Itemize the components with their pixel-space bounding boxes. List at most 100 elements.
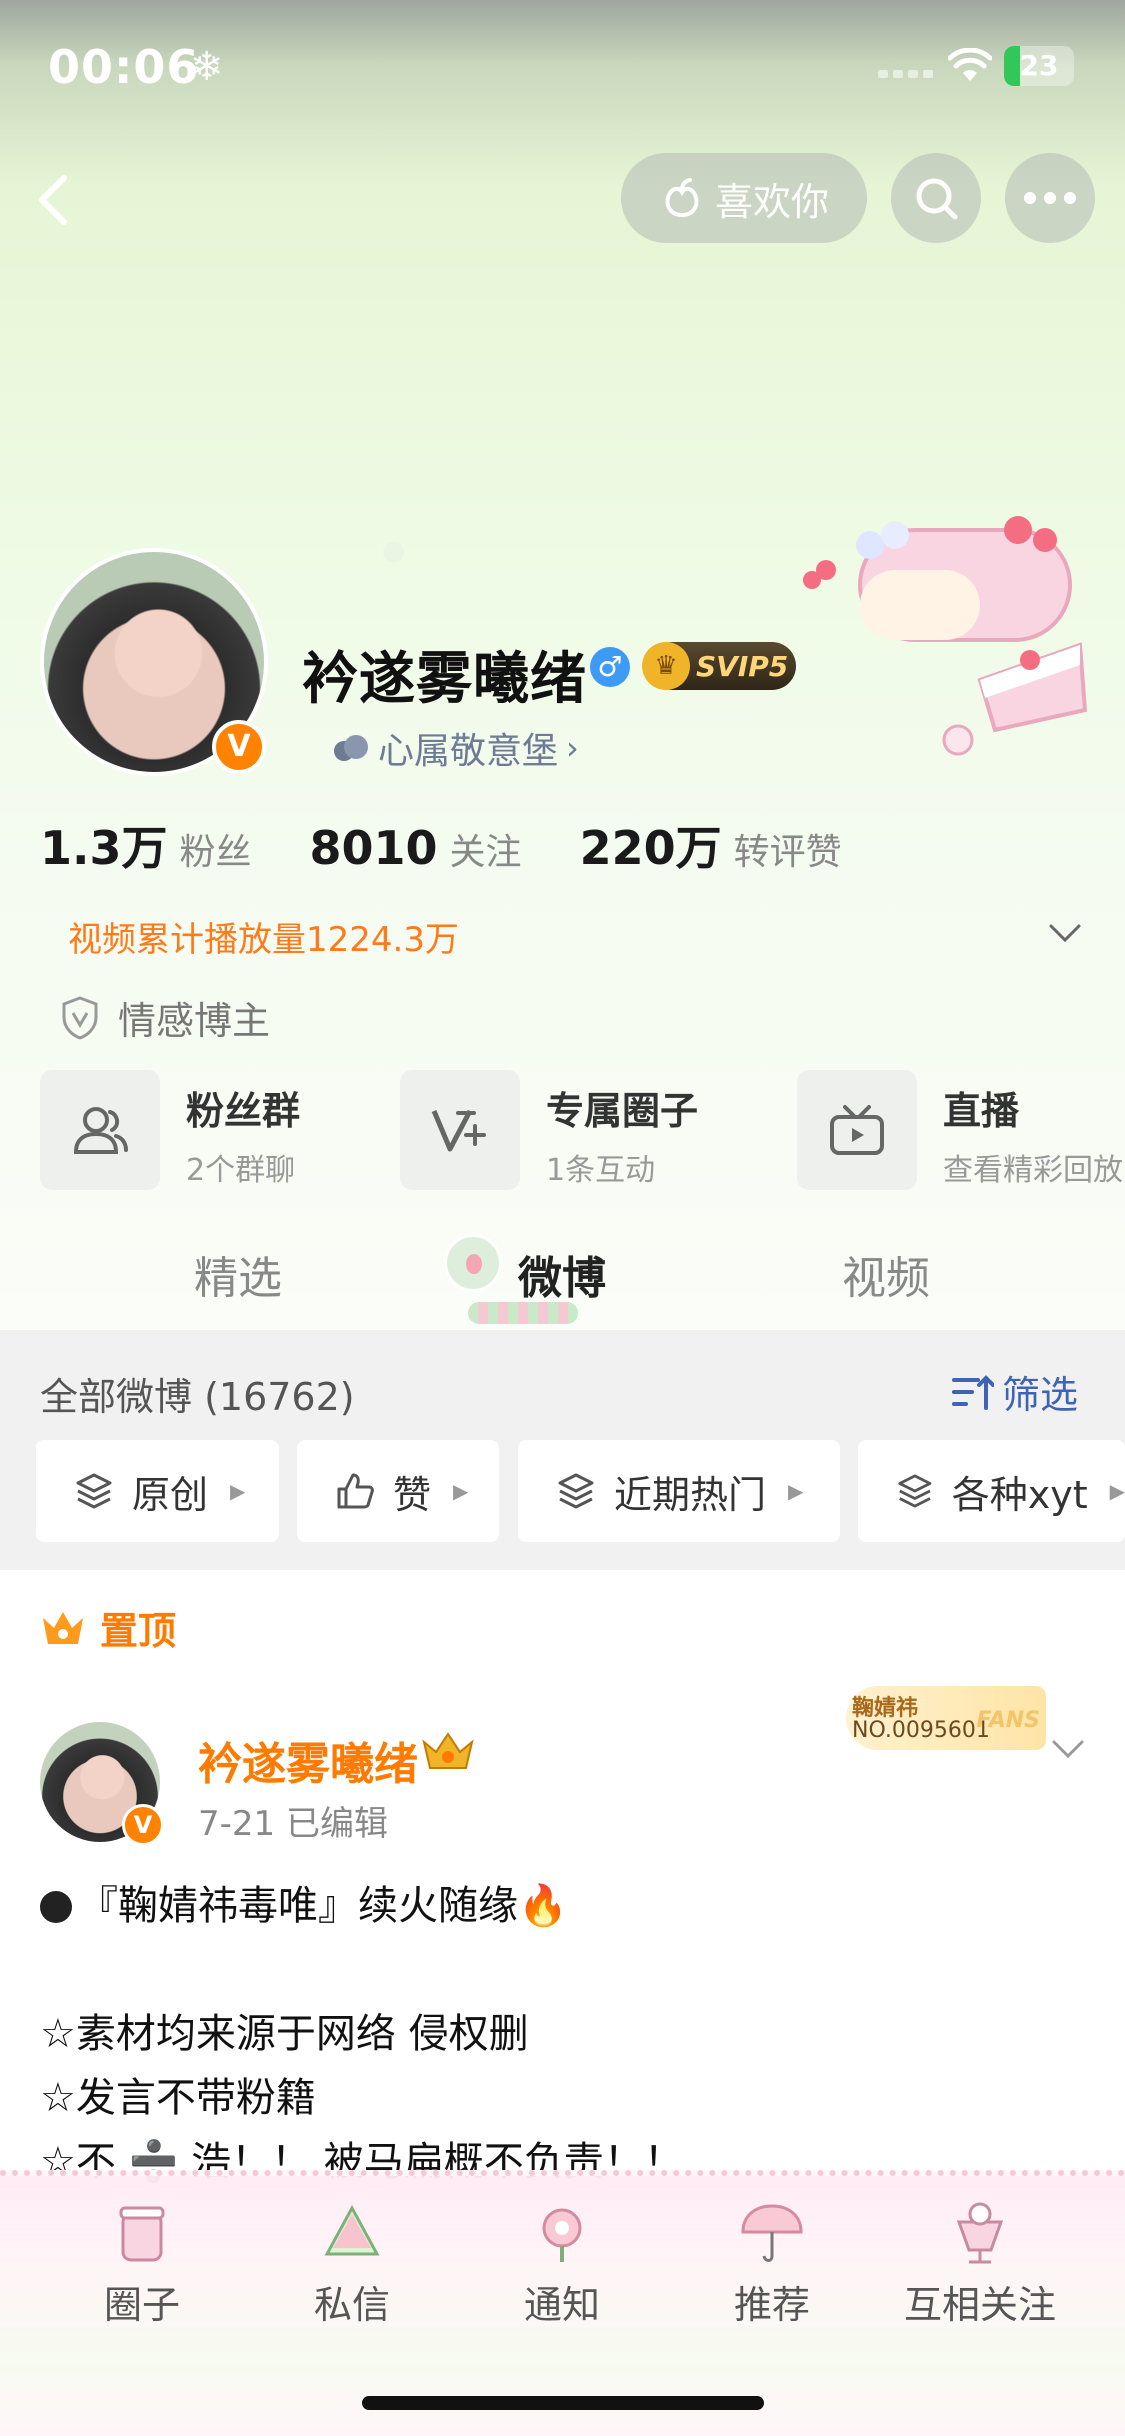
status-bar: 00:06 ❄ 23 [0, 0, 1125, 130]
triangle-right-icon: ▶ [230, 1479, 246, 1503]
tab-weibo[interactable]: 微博 [518, 1242, 606, 1306]
all-weibo-count: 全部微博 (16762) [40, 1375, 355, 1419]
cloud-icon [334, 735, 368, 761]
interactions-count: 220万 [579, 821, 722, 875]
chip-various-xyt-label: 各种xyt [951, 1472, 1088, 1517]
umbrella-icon [741, 2204, 803, 2262]
status-time: 00:06 [48, 40, 200, 94]
live-entry[interactable]: 直播 查看精彩回放 [797, 1070, 1123, 1192]
post-text: 『鞠婧祎毒唯』续火随缘🔥 ☆素材均来源于网络 侵权删 ☆发言不带粉籍 ☆不 ➗ … [40, 1874, 684, 2194]
nav-messages[interactable]: 私信 [252, 2198, 452, 2329]
identity-tag-label: 情感博主 [118, 999, 271, 1043]
chip-likes[interactable]: 赞 ▶ [297, 1440, 499, 1542]
live-subtitle: 查看精彩回放 [943, 1153, 1123, 1188]
following-count[interactable]: 8010 [310, 821, 438, 875]
active-tab-indicator [468, 1302, 578, 1324]
post-meta: 7-21 已编辑 [198, 1804, 388, 1844]
parfait-icon [956, 2202, 1004, 2264]
more-button[interactable] [1005, 153, 1095, 243]
pinned-header: 置顶 [40, 1600, 176, 1655]
post-line: ☆发言不带粉籍 [40, 2075, 316, 2121]
chevron-right-icon: › [566, 729, 579, 767]
svip-badge[interactable]: ♛ SVIP5 [642, 642, 796, 690]
post-menu-chevron-icon[interactable] [1048, 1734, 1088, 1764]
filter-icon [952, 1374, 994, 1410]
crown-icon: ♛ [642, 642, 690, 690]
chip-recent-hot[interactable]: 近期热门 ▶ [518, 1440, 840, 1542]
post-line: ☆素材均来源于网络 侵权删 [40, 2011, 529, 2057]
tab-featured[interactable]: 精选 [194, 1242, 282, 1306]
weibo-filter-bar: 全部微博 (16762) 筛选 原创 ▶ 赞 ▶ 近期热门 ▶ 各种xyt ▶ [0, 1330, 1125, 1570]
exclusive-circle-subtitle: 1条互动 [546, 1153, 656, 1188]
chip-original-label: 原创 [132, 1472, 209, 1517]
black-circle-icon [40, 1891, 72, 1923]
group-chat-icon [40, 1070, 160, 1190]
search-button[interactable] [891, 153, 981, 243]
more-dots-icon [1024, 192, 1076, 204]
fan-group-link[interactable]: 心属敬意堡 › [330, 722, 579, 774]
nav-messages-label: 私信 [313, 2283, 390, 2327]
post-line: 『鞠婧祎毒唯』续火随缘🔥 [40, 1874, 684, 1938]
following-label[interactable]: 关注 [450, 823, 522, 875]
verified-badge-icon: V [212, 720, 266, 774]
thumbs-up-icon [337, 1473, 374, 1509]
chip-original[interactable]: 原创 ▶ [36, 1440, 279, 1542]
shield-icon [62, 995, 98, 1040]
nav-mutual-follow[interactable]: 互相关注 [880, 2198, 1080, 2329]
pinned-label: 置顶 [100, 1609, 177, 1653]
search-icon [916, 178, 958, 220]
male-gender-icon: ♂ [590, 647, 630, 687]
category-chips: 原创 ▶ 赞 ▶ 近期热门 ▶ 各种xyt ▶ [36, 1440, 1125, 1544]
chip-likes-label: 赞 [393, 1472, 432, 1517]
fan-group-title: 粉丝群 [186, 1089, 301, 1133]
fans-badge-label: FANS [976, 1708, 1040, 1733]
filter-button[interactable]: 筛选 [952, 1364, 1078, 1419]
flower-icon [542, 2208, 582, 2262]
followers-label[interactable]: 粉丝 [180, 823, 252, 875]
home-indicator[interactable] [362, 2396, 764, 2410]
post-author-name[interactable]: 衿遂雾曦绪 [198, 1728, 418, 1792]
fans-badge[interactable]: 鞠婧祎 NO.0095601 FANS [846, 1686, 1046, 1750]
profile-tabs: 精选 微博 视频 [0, 1218, 1125, 1330]
chip-various-xyt[interactable]: 各种xyt ▶ [858, 1440, 1125, 1542]
crown-pin-icon [43, 1611, 83, 1644]
feature-entries: 粉丝群 2个群聊 专属圈子 1条互动 直播 查看精彩回放 [40, 1070, 1125, 1192]
live-title: 直播 [943, 1089, 1020, 1133]
snowflake-icon: ❄ [190, 44, 224, 90]
nav-circle[interactable]: 圈子 [42, 2198, 242, 2329]
exclusive-circle-title: 专属圈子 [546, 1089, 699, 1133]
nav-recommend-label: 推荐 [733, 2283, 810, 2327]
cellular-signal-icon [878, 70, 934, 80]
cup-icon [119, 2206, 165, 2262]
layers-icon [558, 1473, 594, 1509]
profile-name: 衿遂雾曦绪 [302, 647, 587, 712]
followers-count[interactable]: 1.3万 [40, 812, 168, 878]
triangle-right-icon: ▶ [453, 1479, 469, 1503]
watermelon-icon [324, 2204, 380, 2256]
like-you-label: 喜欢你 [714, 179, 829, 224]
triangle-right-icon: ▶ [1109, 1479, 1125, 1503]
triangle-right-icon: ▶ [788, 1479, 804, 1503]
nav-recommend[interactable]: 推荐 [672, 2198, 872, 2329]
profile-stats: 1.3万 粉丝 8010 关注 220万 转评赞 [40, 812, 842, 878]
nav-mutual-follow-label: 互相关注 [903, 2283, 1056, 2327]
back-arrow-icon[interactable] [30, 172, 80, 228]
post-author-avatar[interactable]: V [40, 1722, 164, 1846]
interactions-label: 转评赞 [733, 832, 842, 873]
verified-badge-icon: V [122, 1804, 164, 1846]
tab-video[interactable]: 视频 [842, 1242, 930, 1306]
wifi-icon [948, 48, 992, 81]
exclusive-circle-entry[interactable]: 专属圈子 1条互动 [400, 1070, 698, 1192]
layers-icon [898, 1474, 932, 1508]
layers-icon [76, 1473, 112, 1509]
profile-avatar[interactable]: V [40, 548, 268, 776]
chevron-down-icon[interactable] [1045, 918, 1085, 948]
post-line-text: 『鞠婧祎毒唯』续火随缘🔥 [78, 1883, 568, 1929]
like-you-button[interactable]: 喜欢你 [621, 153, 867, 243]
fan-group-entry[interactable]: 粉丝群 2个群聊 [40, 1070, 300, 1192]
filter-label: 筛选 [1002, 1373, 1079, 1417]
identity-tag[interactable]: 情感博主 [60, 990, 270, 1045]
fan-group-subtitle: 2个群聊 [186, 1153, 296, 1188]
nav-notifications[interactable]: 通知 [462, 2198, 662, 2329]
